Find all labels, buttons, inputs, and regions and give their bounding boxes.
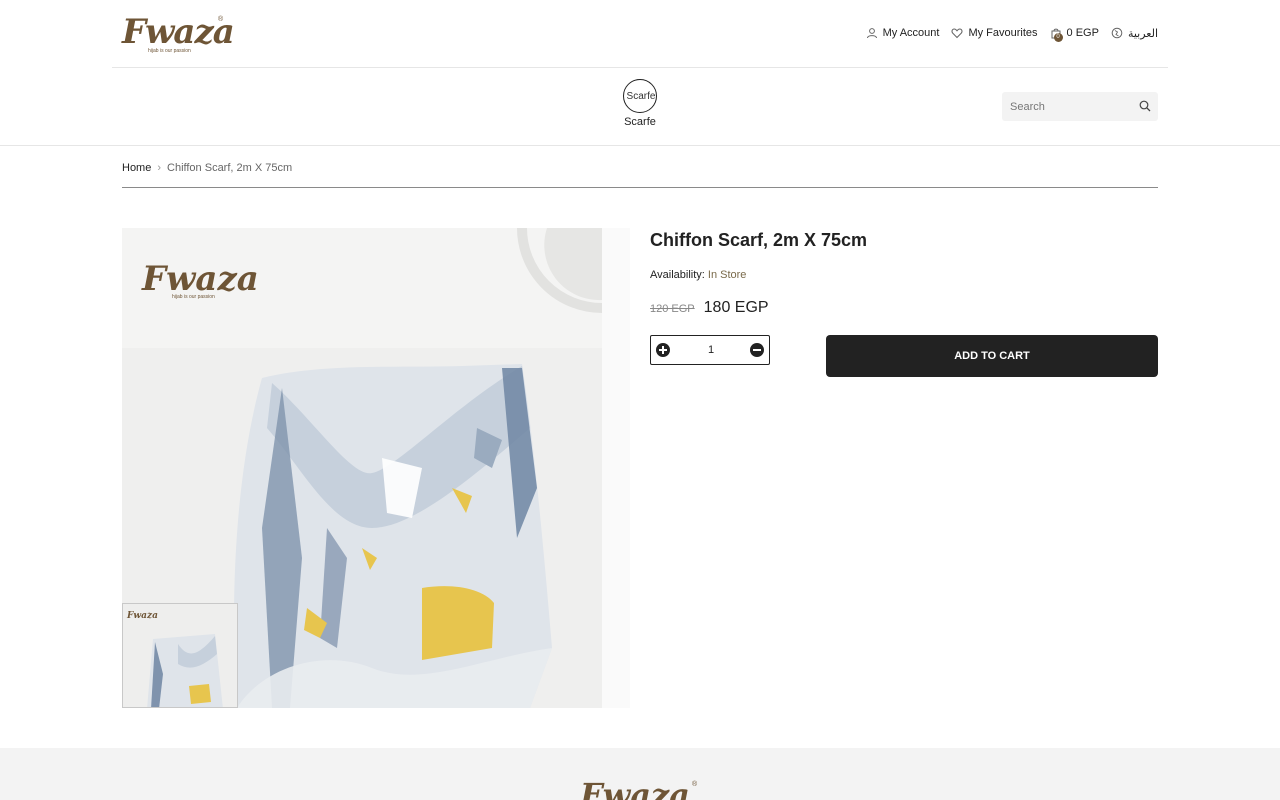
language-label: العربية bbox=[1127, 27, 1158, 40]
logo-tagline: hijab is our passion bbox=[148, 48, 191, 54]
header-links: My Account My Favourites 0 0 EGP العربية bbox=[866, 24, 1158, 42]
search-input[interactable] bbox=[1002, 92, 1128, 121]
product-thumbnail[interactable]: Fwaza bbox=[122, 603, 238, 708]
top-header: Fwaza ® hijab is our passion My Account … bbox=[112, 0, 1168, 68]
cart-link[interactable]: 0 0 EGP bbox=[1050, 27, 1099, 42]
availability: Availability: In Store bbox=[650, 269, 746, 281]
category-nav: Scarfe Scarfe bbox=[0, 68, 1280, 146]
quantity-decrease-button[interactable] bbox=[750, 343, 764, 357]
language-switch[interactable]: العربية bbox=[1111, 27, 1158, 40]
search-box bbox=[1002, 92, 1158, 121]
svg-text:®: ® bbox=[692, 780, 698, 788]
add-to-cart-button[interactable]: ADD TO CART bbox=[826, 335, 1158, 377]
quantity-stepper bbox=[650, 335, 770, 365]
my-favourites-link[interactable]: My Favourites bbox=[951, 27, 1038, 39]
brand-logo[interactable]: Fwaza ® hijab is our passion bbox=[122, 12, 235, 56]
availability-label: Availability: bbox=[650, 269, 705, 281]
my-account-link[interactable]: My Account bbox=[866, 27, 940, 39]
logo-wordmark: Fwaza bbox=[122, 12, 235, 52]
breadcrumb-separator: › bbox=[157, 162, 162, 174]
svg-text:Fwaza: Fwaza bbox=[126, 611, 158, 621]
heart-icon bbox=[951, 28, 963, 39]
globe-icon bbox=[1111, 27, 1123, 39]
old-price: 120 EGP bbox=[650, 303, 695, 315]
product-thumbnail-image: Fwaza bbox=[123, 604, 237, 707]
category-item-scarfe[interactable]: Scarfe Scarfe bbox=[610, 79, 670, 128]
current-price: 180 EGP bbox=[703, 299, 769, 316]
category-label: Scarfe bbox=[624, 116, 656, 128]
availability-value: In Store bbox=[707, 269, 747, 281]
footer: Fwaza ® bbox=[0, 748, 1280, 800]
footer-logo: Fwaza ® bbox=[580, 776, 698, 800]
breadcrumb-home-link[interactable]: Home bbox=[122, 162, 151, 174]
cart-total: 0 EGP bbox=[1066, 27, 1099, 39]
cart-count-badge: 0 bbox=[1053, 33, 1063, 42]
breadcrumb-current: Chiffon Scarf, 2m X 75cm bbox=[167, 162, 293, 174]
product-gallery[interactable]: Fwaza hijab is our passion Fwaza bbox=[122, 228, 630, 708]
quantity-input[interactable] bbox=[677, 341, 745, 359]
price-row: 120 EGP 180 EGP bbox=[650, 299, 769, 317]
user-icon bbox=[866, 28, 877, 39]
search-icon[interactable] bbox=[1139, 100, 1151, 112]
my-account-label: My Account bbox=[882, 27, 940, 39]
my-favourites-label: My Favourites bbox=[968, 27, 1038, 39]
svg-text:hijab is our passion: hijab is our passion bbox=[172, 294, 215, 300]
svg-text:Fwaza: Fwaza bbox=[141, 259, 259, 299]
logo-registered-mark: ® bbox=[218, 16, 224, 23]
svg-text:Fwaza: Fwaza bbox=[580, 776, 690, 800]
breadcrumb: Home › Chiffon Scarf, 2m X 75cm bbox=[122, 162, 1158, 188]
quantity-increase-button[interactable] bbox=[656, 343, 670, 357]
category-image: Scarfe bbox=[623, 79, 657, 113]
product-title: Chiffon Scarf, 2m X 75cm bbox=[650, 230, 868, 250]
